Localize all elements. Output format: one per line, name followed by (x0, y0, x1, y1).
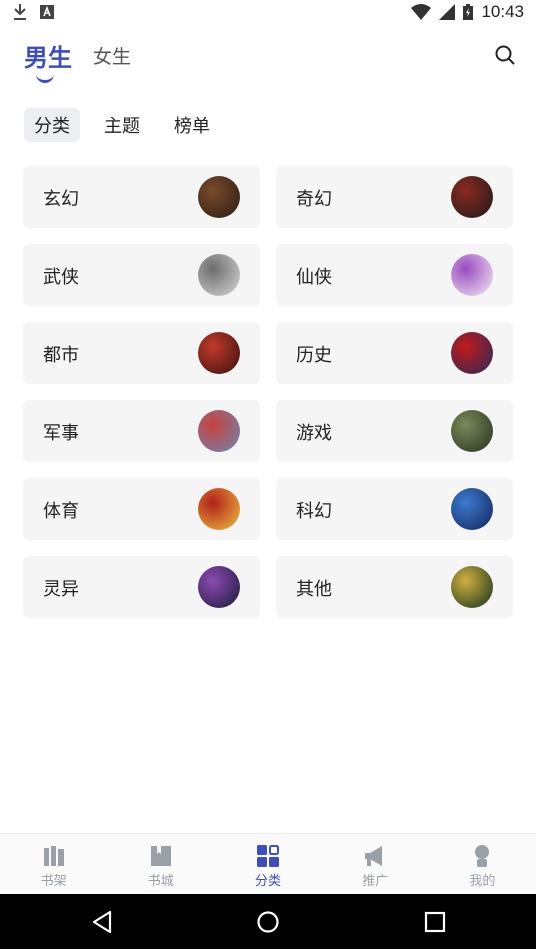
book-cover (451, 332, 493, 374)
bookshelf-icon (43, 846, 64, 866)
tab-male[interactable]: 男生 (24, 38, 72, 73)
category-card-qita[interactable]: 其他 (276, 556, 513, 618)
back-icon[interactable] (90, 910, 114, 934)
book-cover (198, 332, 240, 374)
nav-label: 推广 (362, 874, 389, 889)
category-label: 奇幻 (296, 189, 332, 210)
user-icon (475, 845, 490, 867)
cell-signal-icon (439, 4, 456, 20)
category-card-junshi[interactable]: 军事 (23, 400, 260, 462)
book-cover (451, 254, 493, 296)
book-cover (198, 254, 240, 296)
recents-icon[interactable] (424, 911, 446, 933)
nav-bookshelf[interactable]: 书架 (0, 834, 107, 895)
category-grid: 玄幻 奇幻 武侠 仙侠 都市 历史 军事 游戏 体育 科幻 灵异 其他 (23, 166, 513, 618)
category-label: 其他 (296, 579, 332, 600)
book-cover (198, 410, 240, 452)
category-card-youxi[interactable]: 游戏 (276, 400, 513, 462)
category-label: 武侠 (43, 267, 79, 288)
nav-label: 分类 (255, 874, 282, 889)
category-subtabs: 分类 主题 榜单 (24, 108, 220, 142)
book-cover (198, 488, 240, 530)
category-label: 都市 (43, 345, 79, 366)
search-icon[interactable] (494, 44, 516, 66)
category-label: 游戏 (296, 423, 332, 444)
nav-category[interactable]: 分类 (214, 834, 321, 895)
status-time: 10:43 (481, 2, 524, 21)
nav-label: 书架 (40, 874, 67, 889)
category-card-tiyu[interactable]: 体育 (23, 478, 260, 540)
status-bar: 10:43 (0, 0, 536, 24)
category-grid-icon (257, 845, 279, 867)
font-icon (40, 5, 54, 19)
category-label: 玄幻 (43, 189, 79, 210)
nav-bookstore[interactable]: 书城 (107, 834, 214, 895)
category-label: 军事 (43, 423, 79, 444)
system-nav-bar (0, 894, 536, 949)
subtab-theme[interactable]: 主题 (94, 108, 150, 142)
category-label: 体育 (43, 501, 79, 522)
book-cover (451, 176, 493, 218)
nav-label: 书城 (147, 874, 174, 889)
category-card-dushi[interactable]: 都市 (23, 322, 260, 384)
category-label: 科幻 (296, 501, 332, 522)
header: 男生 女生 (0, 24, 536, 94)
tab-female[interactable]: 女生 (93, 42, 131, 69)
home-icon[interactable] (256, 910, 280, 934)
wifi-icon (411, 4, 432, 20)
category-label: 历史 (296, 345, 332, 366)
active-tab-indicator (36, 72, 54, 83)
book-icon (150, 846, 171, 866)
nav-mine[interactable]: 我的 (429, 834, 536, 895)
category-label: 灵异 (43, 579, 79, 600)
subtab-ranking[interactable]: 榜单 (164, 108, 220, 142)
book-cover (198, 566, 240, 608)
category-card-lingyi[interactable]: 灵异 (23, 556, 260, 618)
megaphone-icon (365, 846, 383, 866)
category-card-xuanhuan[interactable]: 玄幻 (23, 166, 260, 228)
book-cover (198, 176, 240, 218)
category-card-wuxia[interactable]: 武侠 (23, 244, 260, 306)
nav-label: 我的 (469, 874, 496, 889)
nav-promote[interactable]: 推广 (322, 834, 429, 895)
book-cover (451, 488, 493, 530)
bottom-nav: 书架 书城 分类 推广 我的 (0, 833, 536, 895)
category-card-qihuan[interactable]: 奇幻 (276, 166, 513, 228)
download-icon (14, 4, 26, 20)
book-cover (451, 566, 493, 608)
battery-icon (463, 4, 474, 20)
category-card-xianxia[interactable]: 仙侠 (276, 244, 513, 306)
subtab-category[interactable]: 分类 (24, 108, 80, 142)
category-card-kehuan[interactable]: 科幻 (276, 478, 513, 540)
category-label: 仙侠 (296, 267, 332, 288)
book-cover (451, 410, 493, 452)
category-card-lishi[interactable]: 历史 (276, 322, 513, 384)
